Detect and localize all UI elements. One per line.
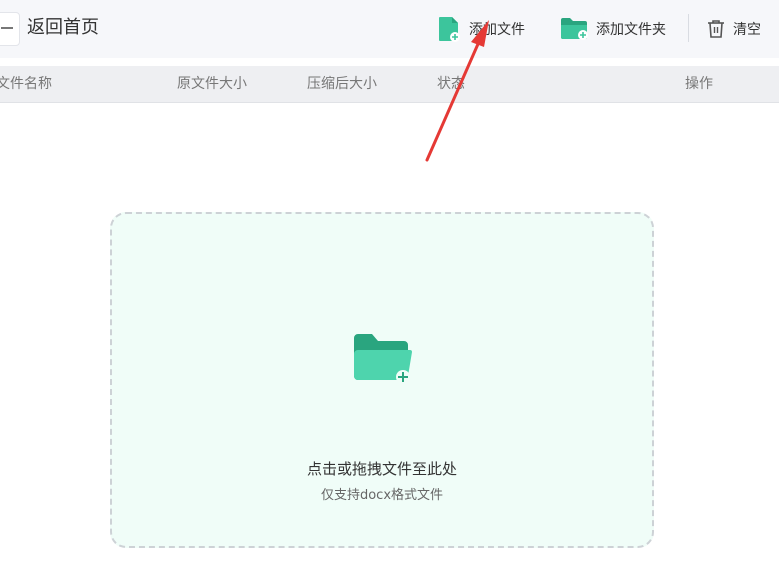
toolbar-divider: [688, 14, 689, 42]
clear-button[interactable]: 清空: [707, 14, 761, 44]
add-folder-label: 添加文件夹: [596, 22, 666, 38]
back-home-link[interactable]: 返回首页: [27, 16, 99, 40]
column-header-compressed-size: 压缩后大小: [307, 76, 377, 92]
column-header-status: 状态: [437, 76, 465, 92]
add-file-button[interactable]: 添加文件: [437, 14, 525, 44]
folder-add-icon: [561, 18, 588, 40]
back-button[interactable]: [0, 12, 20, 46]
file-add-icon: [439, 17, 460, 42]
drop-zone-main-text: 点击或拖拽文件至此处: [306, 460, 457, 478]
trash-icon: [708, 20, 724, 38]
arrow-left-icon: [1, 27, 13, 29]
clear-label: 清空: [733, 22, 761, 38]
file-drop-zone[interactable]: 点击或拖拽文件至此处 仅支持docx格式文件: [110, 212, 654, 548]
add-file-label: 添加文件: [469, 22, 525, 38]
toolbar: 返回首页 添加文件 添加文件夹 清空: [0, 0, 779, 58]
column-header-file-name: 文件名称: [0, 76, 52, 92]
drop-zone-hint-text: 仅支持docx格式文件: [320, 488, 444, 503]
column-header-action: 操作: [685, 76, 713, 92]
folder-plus-icon: [352, 332, 414, 390]
file-table-header: 文件名称 原文件大小 压缩后大小 状态 操作: [0, 66, 779, 103]
add-folder-button[interactable]: 添加文件夹: [560, 14, 666, 44]
column-header-original-size: 原文件大小: [177, 76, 247, 92]
